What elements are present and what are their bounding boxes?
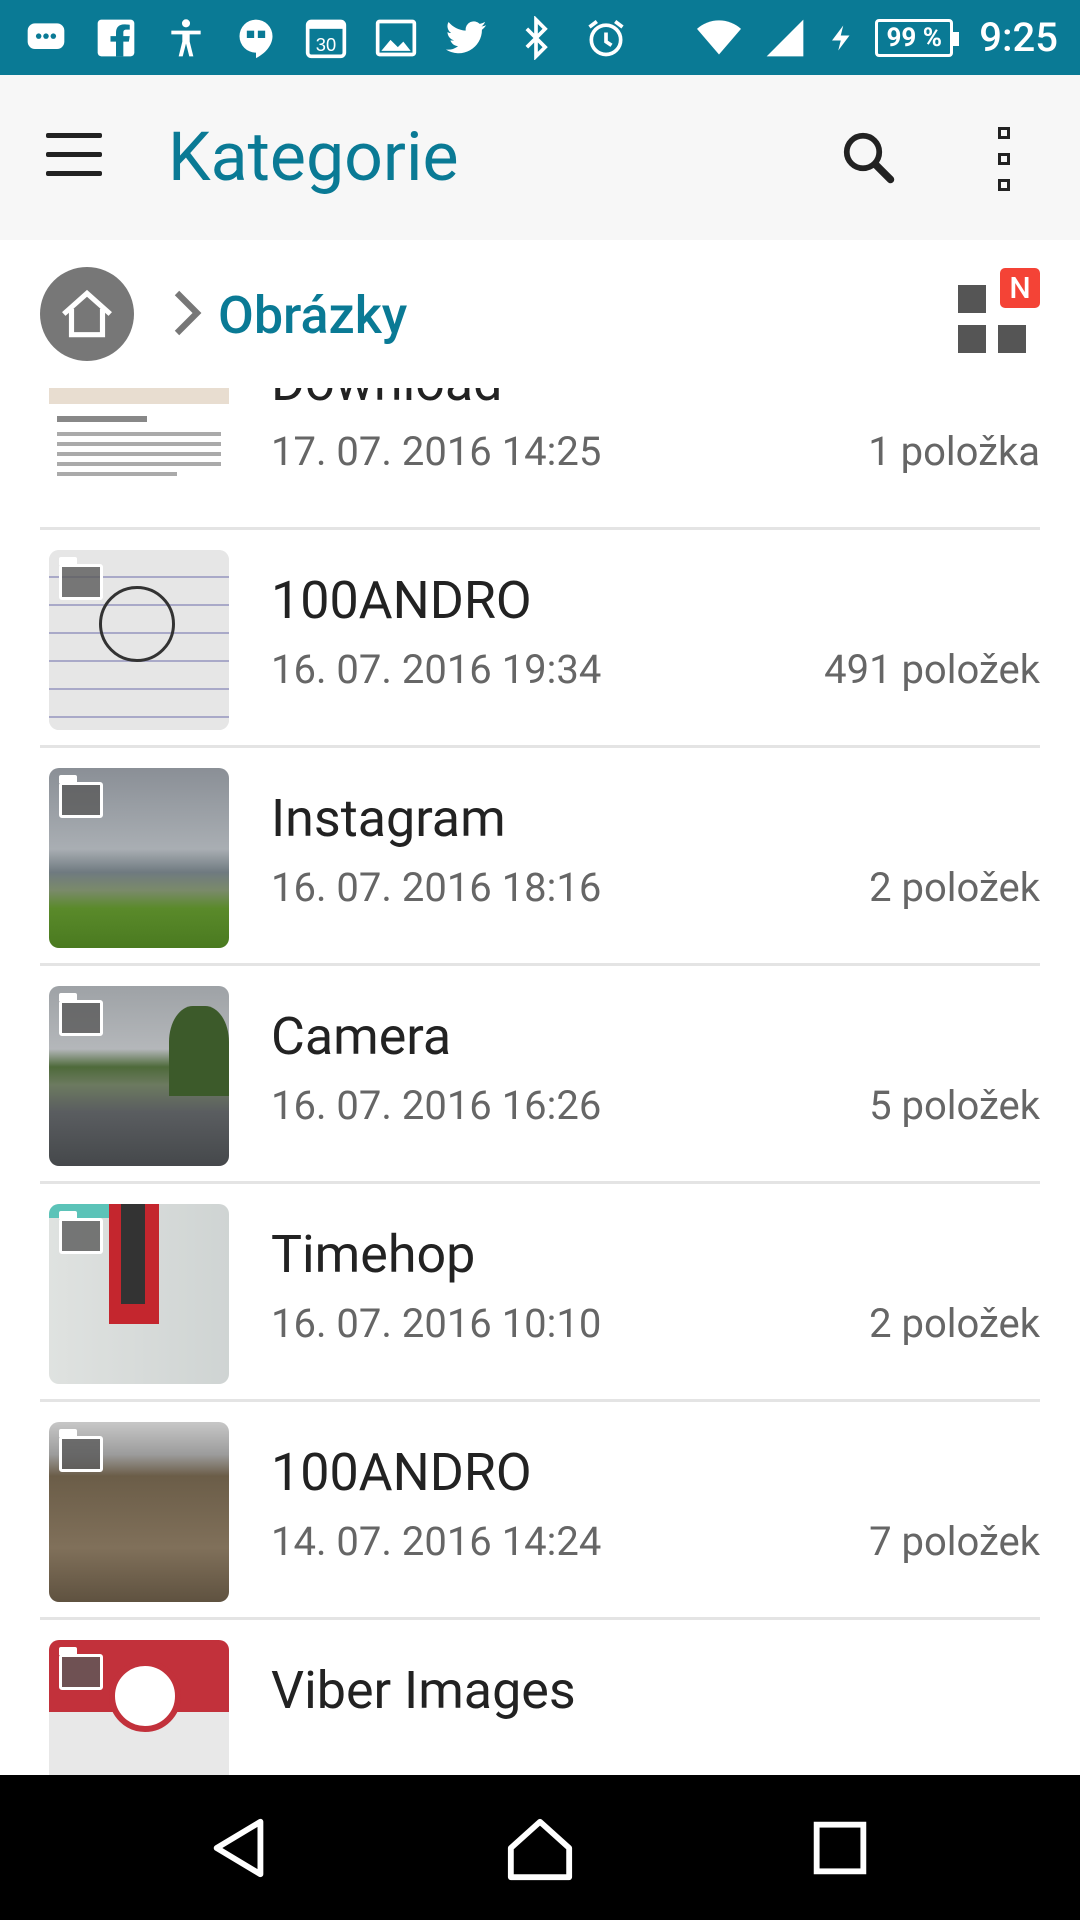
folder-count: 2 položek [869,1300,1040,1347]
list-item[interactable]: 100ANDRO 14. 07. 2016 14:24 7 položek [40,1402,1040,1620]
home-nav-icon [507,1818,573,1881]
folder-name: Instagram [271,788,506,849]
charging-icon [827,14,857,62]
accessibility-icon [162,14,210,62]
status-bar: 30 99 % 9:25 [0,0,1080,75]
facebook-icon [92,14,140,62]
folder-thumbnail [49,1422,229,1602]
search-icon [843,132,895,184]
folder-date: 16. 07. 2016 19:34 [271,646,602,693]
clock: 9:25 [979,14,1058,61]
folder-count: 1 položka [868,428,1040,475]
home-icon [62,289,112,338]
folder-name: Download [271,388,503,413]
folder-date: 16. 07. 2016 16:26 [271,1082,602,1129]
list-item[interactable]: Camera 16. 07. 2016 16:26 5 položek [40,966,1040,1184]
folder-icon [59,1647,103,1690]
list-item[interactable]: 100ANDRO 16. 07. 2016 19:34 491 položek [40,530,1040,748]
messages-icon [22,14,70,62]
folder-icon [59,775,103,818]
grid-view-icon [958,285,986,313]
bluetooth-icon [512,14,560,62]
signal-icon [761,14,809,62]
more-options-icon [998,127,1010,139]
folder-icon [59,1211,103,1254]
folder-thumbnail [49,388,229,512]
folder-thumbnail [49,986,229,1166]
navigation-bar [0,1775,1080,1920]
folder-count: 491 položek [824,646,1040,693]
alarm-icon [582,14,630,62]
search-button[interactable] [838,127,898,187]
recents-icon [813,1821,867,1875]
svg-text:30: 30 [316,33,336,54]
folder-thumbnail [49,550,229,730]
hangouts-icon [232,14,280,62]
recents-button[interactable] [805,1813,875,1883]
wifi-icon [695,14,743,62]
list-item[interactable]: Download 17. 07. 2016 14:25 1 položka [40,388,1040,530]
list-item[interactable]: Timehop 16. 07. 2016 10:10 2 položek [40,1184,1040,1402]
folder-name: 100ANDRO [271,570,532,631]
folder-name: Viber Images [271,1660,576,1721]
folder-date: 17. 07. 2016 14:25 [271,428,602,475]
folder-icon [59,993,103,1036]
list-item[interactable]: Viber Images [40,1620,1040,1775]
breadcrumb: Obrázky N [0,240,1080,388]
chevron-right-icon [174,290,202,336]
folder-date: 16. 07. 2016 10:10 [271,1300,602,1347]
folder-name: 100ANDRO [271,1442,532,1503]
folder-name: Timehop [271,1224,476,1285]
menu-icon [46,133,102,138]
folder-count: 7 položek [869,1518,1040,1565]
calendar-icon: 30 [302,14,350,62]
folder-name: Camera [271,1006,452,1067]
folder-thumbnail [49,1640,229,1775]
gallery-icon [372,14,420,62]
folder-thumbnail [49,1204,229,1384]
new-badge: N [1000,268,1040,308]
battery-indicator: 99 % [875,18,960,57]
back-icon [213,1818,264,1878]
folder-icon [59,1429,103,1472]
more-options-button[interactable] [998,127,1018,191]
folder-icon [59,557,103,600]
menu-button[interactable] [46,133,102,177]
home-button[interactable] [40,267,134,361]
twitter-icon [442,14,490,62]
home-nav-button[interactable] [505,1813,575,1883]
breadcrumb-current[interactable]: Obrázky [218,285,407,346]
page-title: Kategorie [168,117,459,197]
list-item[interactable]: Instagram 16. 07. 2016 18:16 2 položek [40,748,1040,966]
folder-date: 16. 07. 2016 18:16 [271,864,602,911]
folder-thumbnail [49,768,229,948]
folder-count: 2 položek [869,864,1040,911]
app-toolbar: Kategorie [0,75,1080,240]
back-button[interactable] [205,1813,275,1883]
folder-list: Download 17. 07. 2016 14:25 1 položka 10… [0,388,1080,1775]
folder-count: 5 položek [869,1082,1040,1129]
folder-date: 14. 07. 2016 14:24 [271,1518,602,1565]
